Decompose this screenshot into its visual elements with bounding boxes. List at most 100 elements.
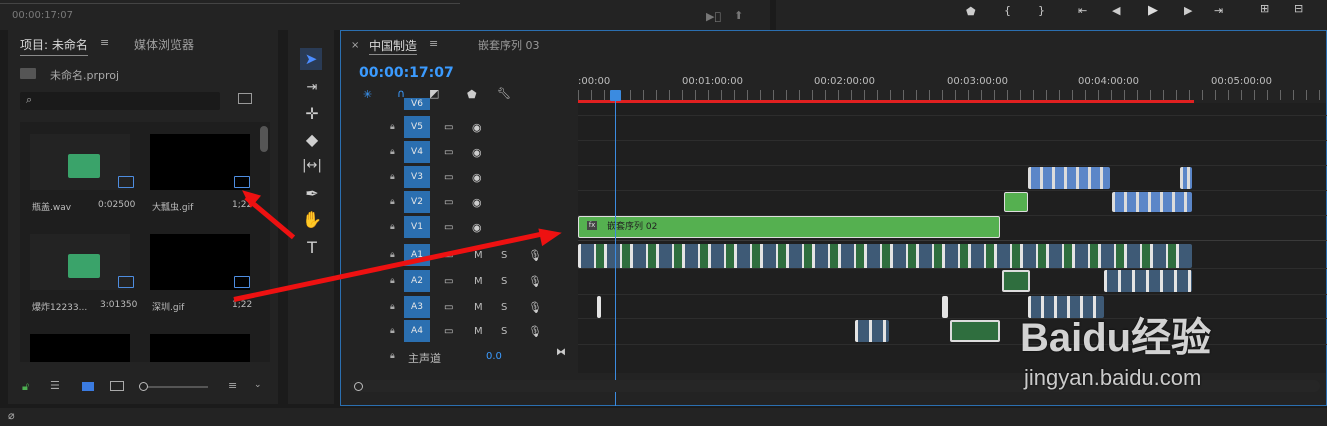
solo-button[interactable]: S <box>501 302 507 313</box>
scrollbar-thumb[interactable] <box>260 126 268 152</box>
linked-selection-icon[interactable]: ◩ <box>429 87 439 100</box>
eye-icon[interactable]: ◉ <box>472 146 482 159</box>
track-target-v5[interactable]: V5 <box>404 116 430 138</box>
lock-icon[interactable]: 🔒︎ <box>390 172 395 182</box>
audio-clip-a4[interactable] <box>950 320 1000 342</box>
lock-icon[interactable]: 🔒︎ <box>390 302 395 312</box>
microphone-icon[interactable]: 🎙︎ <box>528 249 542 262</box>
marker-icon[interactable]: ⬟ <box>966 5 976 18</box>
snap-icon[interactable]: ✳ <box>363 88 372 101</box>
master-volume-value[interactable]: 0.0 <box>486 351 502 362</box>
step-forward-icon[interactable]: ▶ <box>1184 4 1192 17</box>
eye-icon[interactable]: ◉ <box>472 121 482 134</box>
lock-icon[interactable]: 🔒︎ <box>390 122 395 132</box>
mute-button[interactable]: M <box>474 326 483 337</box>
sort-icon[interactable]: ≡ <box>228 379 237 392</box>
lock-icon[interactable]: 🔓︎ <box>22 380 29 394</box>
tab-sequence-other[interactable]: 嵌套序列 03 <box>478 37 540 53</box>
video-thumbnail[interactable] <box>30 334 130 362</box>
microphone-icon[interactable]: 🎙︎ <box>528 275 542 288</box>
video-clip-v2[interactable] <box>1004 192 1028 212</box>
solo-button[interactable]: S <box>501 276 507 287</box>
microphone-icon[interactable]: 🎙︎ <box>528 301 542 314</box>
eye-icon[interactable]: ◉ <box>472 171 482 184</box>
track-target-v1[interactable]: V1 <box>404 216 430 238</box>
sync-lock-icon[interactable]: ▭ <box>444 172 453 183</box>
media-item[interactable]: 瓶盖.wav 0:02500 <box>24 130 140 222</box>
track-target-v6[interactable]: V6 <box>404 98 430 110</box>
extract-icon[interactable]: ⊟ <box>1294 2 1303 15</box>
video-clip-v2[interactable] <box>1112 192 1192 212</box>
list-view-icon[interactable]: ☰ <box>50 379 60 392</box>
tab-menu-icon[interactable]: ≡ <box>100 36 109 49</box>
lock-icon[interactable]: 🔒︎ <box>390 326 395 336</box>
mute-button[interactable]: M <box>474 302 483 313</box>
hand-tool-icon[interactable]: ✋ <box>302 210 322 230</box>
go-to-out-icon[interactable]: ⇥ <box>1214 4 1223 17</box>
video-clip-v3[interactable] <box>1028 167 1110 189</box>
lock-icon[interactable]: 🔒︎ <box>390 147 395 157</box>
pen-tool-icon[interactable]: ✒ <box>302 184 322 204</box>
solo-button[interactable]: S <box>501 250 507 261</box>
video-thumbnail[interactable] <box>150 334 250 362</box>
audio-clip-a2[interactable] <box>1002 270 1030 292</box>
close-tab-icon[interactable]: × <box>351 40 359 51</box>
mute-button[interactable]: M <box>474 276 483 287</box>
sync-lock-icon[interactable]: ▭ <box>444 276 453 287</box>
media-item[interactable]: 大瓢虫.gif 1;22 <box>144 130 260 222</box>
microphone-icon[interactable]: 🎙︎ <box>528 325 542 338</box>
eye-icon[interactable]: ◉ <box>472 196 482 209</box>
slider-handle[interactable] <box>139 382 148 391</box>
track-target-v2[interactable]: V2 <box>404 191 430 213</box>
wrench-icon[interactable]: 🔧︎ <box>497 87 511 100</box>
track-target-a4[interactable]: A4 <box>404 320 430 342</box>
nested-sequence-clip[interactable]: fx 嵌套序列 02 <box>578 216 1000 238</box>
mute-button[interactable]: M <box>474 250 483 261</box>
audio-clip-a2[interactable] <box>1104 270 1192 292</box>
tab-sequence-active[interactable]: 中国制造 <box>369 37 418 55</box>
export-frame-icon[interactable]: ▶⃒ <box>706 10 721 23</box>
freeform-view-icon[interactable] <box>110 381 124 391</box>
creative-cloud-icon[interactable]: ⌀ <box>8 409 15 422</box>
audio-clip-a1[interactable] <box>578 244 1192 268</box>
solo-button[interactable]: S <box>501 326 507 337</box>
add-marker-icon[interactable]: ⬟ <box>467 88 477 101</box>
track-target-a2[interactable]: A2 <box>404 270 430 292</box>
type-tool-icon[interactable]: T <box>302 238 322 258</box>
search-input[interactable]: ⌕ <box>20 92 220 110</box>
tab-menu-icon[interactable]: ≡ <box>429 37 438 50</box>
track-target-v3[interactable]: V3 <box>404 166 430 188</box>
timeline-timecode[interactable]: 00:00:17:07 <box>359 65 454 81</box>
playhead-line[interactable] <box>615 100 616 406</box>
track-target-v4[interactable]: V4 <box>404 141 430 163</box>
lock-icon[interactable]: 🔒︎ <box>390 197 395 207</box>
audio-clip-a3[interactable] <box>597 296 601 318</box>
go-to-in-icon[interactable]: ⇤ <box>1078 4 1087 17</box>
zoom-slider[interactable] <box>139 382 208 391</box>
razor-icon[interactable]: ◆ <box>302 130 322 150</box>
lock-icon[interactable]: 🔒︎ <box>390 250 395 260</box>
lock-icon[interactable]: 🔒︎ <box>390 276 395 286</box>
sync-lock-icon[interactable]: ▭ <box>444 302 453 313</box>
media-item[interactable]: 爆炸12233... 3:01350 <box>24 230 140 322</box>
chevron-down-icon[interactable]: ⌄ <box>254 380 262 390</box>
sync-lock-icon[interactable]: ▭ <box>444 326 453 337</box>
track-select-icon[interactable]: ⇥ <box>302 78 322 98</box>
lock-icon[interactable]: 🔒︎ <box>390 222 395 232</box>
icon-view-icon[interactable] <box>82 382 94 391</box>
scroll-handle[interactable] <box>354 382 363 391</box>
eye-icon[interactable]: ◉ <box>472 221 482 234</box>
lift-icon[interactable]: ⊞ <box>1260 2 1269 15</box>
video-clip-v3[interactable] <box>1180 167 1192 189</box>
sync-lock-icon[interactable]: ▭ <box>444 222 453 233</box>
in-point-icon[interactable]: { <box>1004 4 1011 17</box>
audio-clip-a3[interactable] <box>942 296 948 318</box>
step-back-icon[interactable]: ◀ <box>1112 4 1120 17</box>
media-item[interactable]: 深圳.gif 1;22 <box>144 230 260 322</box>
audio-clip-a4[interactable] <box>855 320 889 342</box>
play-icon[interactable]: ▶ <box>1148 3 1158 18</box>
work-area-bar[interactable] <box>578 100 1194 103</box>
tab-media-browser[interactable]: 媒体浏览器 <box>134 36 194 53</box>
selection-tool-icon[interactable]: ➤ <box>300 48 322 70</box>
track-target-a3[interactable]: A3 <box>404 296 430 318</box>
